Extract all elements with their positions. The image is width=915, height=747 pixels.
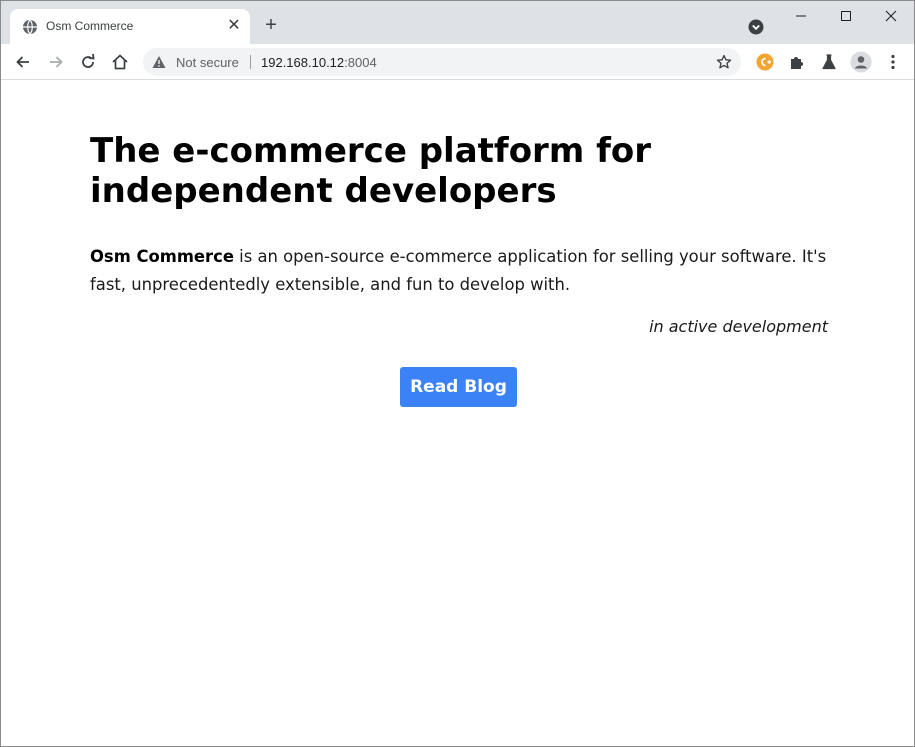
back-arrow-icon[interactable]	[13, 52, 33, 72]
url-text[interactable]: 192.168.10.12:8004	[261, 55, 377, 70]
flask-icon[interactable]	[820, 53, 838, 71]
browser-window: Osm Commerce ✕ + Not secure 192.168.10.1…	[0, 0, 915, 747]
url-host: 192.168.10.12	[261, 55, 345, 70]
tab-close-icon[interactable]: ✕	[226, 18, 242, 34]
close-window-icon[interactable]	[869, 5, 913, 27]
omnibox-separator	[250, 55, 251, 69]
url-port: :8004	[344, 55, 377, 70]
maximize-icon[interactable]	[824, 5, 868, 27]
browser-toolbar: Not secure 192.168.10.12:8004	[1, 44, 914, 80]
page-headline: The e-commerce platform for independent …	[90, 131, 651, 211]
page-content: The e-commerce platform for independent …	[1, 81, 914, 746]
globe-icon	[23, 19, 37, 35]
browser-tab[interactable]: Osm Commerce ✕	[10, 9, 250, 44]
intro-paragraph: Osm Commerce is an open-source e-commerc…	[90, 243, 830, 299]
home-icon[interactable]	[110, 52, 130, 72]
puzzle-icon[interactable]	[788, 53, 806, 71]
address-bar[interactable]: Not secure 192.168.10.12:8004	[143, 48, 741, 76]
c-plus-extension-icon[interactable]	[756, 53, 774, 71]
profile-icon[interactable]	[850, 51, 872, 73]
new-tab-button[interactable]: +	[260, 15, 282, 37]
tab-strip: Osm Commerce ✕ +	[1, 1, 914, 44]
warning-icon[interactable]	[152, 55, 166, 69]
security-label[interactable]: Not secure	[176, 55, 239, 70]
tab-title: Osm Commerce	[46, 19, 134, 33]
forward-arrow-icon[interactable]	[46, 52, 66, 72]
star-icon[interactable]	[716, 54, 732, 70]
reload-icon[interactable]	[78, 52, 98, 72]
tab-search-icon[interactable]	[748, 19, 764, 35]
read-blog-button[interactable]: Read Blog	[400, 367, 517, 407]
minimize-icon[interactable]	[779, 5, 823, 27]
brand-name: Osm Commerce	[90, 247, 234, 266]
more-vert-icon[interactable]	[884, 53, 902, 71]
development-status-note: in active development	[649, 317, 828, 336]
